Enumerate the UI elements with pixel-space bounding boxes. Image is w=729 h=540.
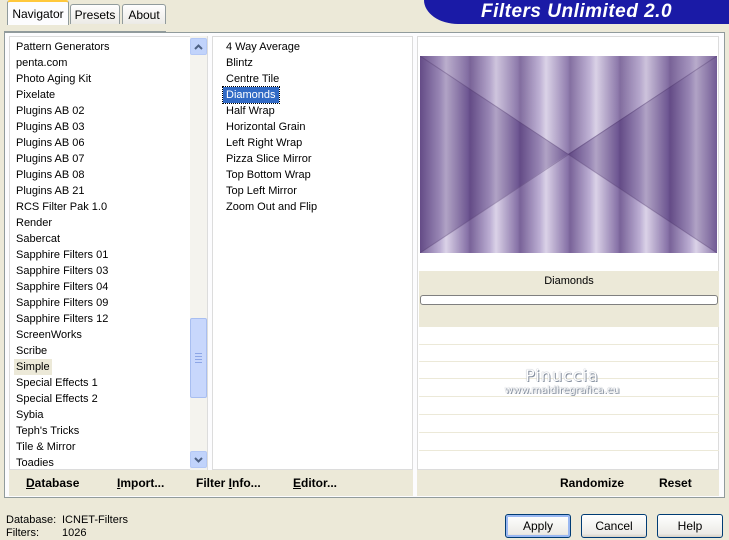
scroll-up-button[interactable] [190, 38, 207, 55]
progress-bar [420, 295, 718, 305]
filter-item[interactable]: Blintz [223, 55, 256, 71]
help-button[interactable]: Help [657, 514, 723, 538]
category-item[interactable]: Sapphire Filters 04 [14, 279, 110, 295]
reset-button[interactable]: Reset [659, 476, 692, 490]
category-item[interactable]: ScreenWorks [14, 327, 84, 343]
category-item[interactable]: Special Effects 2 [14, 391, 100, 407]
category-item[interactable]: Special Effects 1 [14, 375, 100, 391]
randomize-button[interactable]: Randomize [560, 476, 624, 490]
filter-item[interactable]: Pizza Slice Mirror [223, 151, 315, 167]
category-item[interactable]: Sapphire Filters 01 [14, 247, 110, 263]
filter-item[interactable]: Horizontal Grain [223, 119, 308, 135]
filter-preview-image [420, 56, 717, 253]
category-item[interactable]: Sapphire Filters 03 [14, 263, 110, 279]
filter-item[interactable]: Centre Tile [223, 71, 282, 87]
tab-navigator[interactable]: Navigator [7, 0, 69, 25]
parameter-row [419, 414, 719, 415]
category-item[interactable]: Plugins AB 06 [14, 135, 87, 151]
parameter-row [419, 378, 719, 379]
category-scrollbar[interactable] [190, 36, 207, 470]
database-button[interactable]: Database [26, 476, 79, 490]
chevron-down-icon [194, 456, 203, 463]
filter-item[interactable]: Half Wrap [223, 103, 278, 119]
parameter-row [419, 432, 719, 433]
category-item[interactable]: Pattern Generators [14, 39, 112, 55]
tab-about[interactable]: About [122, 4, 166, 24]
category-item[interactable]: Plugins AB 03 [14, 119, 87, 135]
category-item[interactable]: Sybia [14, 407, 46, 423]
filter-info-button[interactable]: Filter Info... [196, 476, 261, 490]
parameter-row [419, 361, 719, 362]
tab-presets[interactable]: Presets [70, 4, 120, 24]
editor-button[interactable]: Editor... [293, 476, 337, 490]
category-item[interactable]: Plugins AB 02 [14, 103, 87, 119]
category-item[interactable]: Sabercat [14, 231, 62, 247]
filter-item[interactable]: Left Right Wrap [223, 135, 305, 151]
app-title: Filters Unlimited 2.0 [480, 1, 673, 22]
cancel-button[interactable]: Cancel [581, 514, 647, 538]
filter-item[interactable]: Top Left Mirror [223, 183, 300, 199]
category-item[interactable]: Tile & Mirror [14, 439, 77, 455]
preview-filter-name: Diamonds [544, 275, 594, 287]
filters-count-label: Filters: [6, 527, 39, 539]
title-banner: Filters Unlimited 2.0 [424, 0, 729, 24]
database-value: ICNET-Filters [62, 514, 128, 526]
category-item[interactable]: Render [14, 215, 54, 231]
parameter-row [419, 450, 719, 451]
category-item[interactable]: penta.com [14, 55, 69, 71]
category-list[interactable]: Pattern Generators penta.com Photo Aging K… [9, 36, 208, 470]
category-item[interactable]: RCS Filter Pak 1.0 [14, 199, 109, 215]
filter-list[interactable]: 4 Way Average Blintz Centre Tile Diamonds Ha… [212, 36, 413, 470]
category-item[interactable]: Plugins AB 21 [14, 183, 87, 199]
apply-button[interactable]: Apply [505, 514, 571, 538]
category-item[interactable]: Teph's Tricks [14, 423, 81, 439]
database-label: Database: [6, 514, 57, 526]
category-item[interactable]: Plugins AB 08 [14, 167, 87, 183]
filter-item[interactable]: 4 Way Average [223, 39, 303, 55]
category-item[interactable]: Sapphire Filters 12 [14, 311, 110, 327]
filter-item[interactable]: Diamonds [222, 86, 280, 104]
parameter-row [419, 344, 719, 345]
parameter-row [419, 396, 719, 397]
category-item[interactable]: Toadies [14, 455, 56, 469]
chevron-up-icon [194, 43, 203, 50]
scroll-down-button[interactable] [190, 451, 207, 468]
category-item[interactable]: Pixelate [14, 87, 57, 103]
scroll-thumb[interactable] [190, 318, 207, 398]
filter-item[interactable]: Top Bottom Wrap [223, 167, 314, 183]
category-item[interactable]: Scribe [14, 343, 49, 359]
category-item[interactable]: Photo Aging Kit [14, 71, 93, 87]
filter-item[interactable]: Zoom Out and Flip [223, 199, 320, 215]
category-item[interactable]: Simple [14, 359, 52, 375]
category-item[interactable]: Sapphire Filters 09 [14, 295, 110, 311]
filters-count-value: 1026 [62, 527, 87, 539]
category-item[interactable]: Plugins AB 07 [14, 151, 87, 167]
import-button[interactable]: Import... [117, 476, 164, 490]
